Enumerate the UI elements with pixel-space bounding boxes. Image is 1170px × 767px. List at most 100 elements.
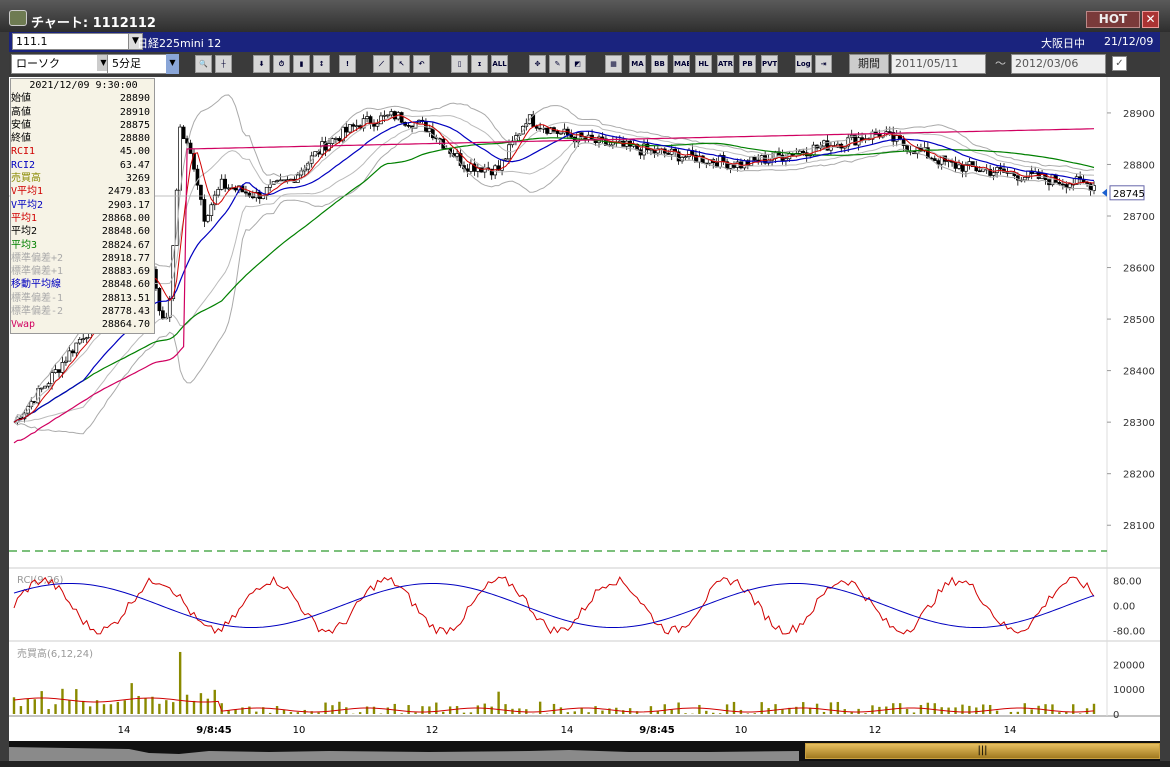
info-value: 2903.17 xyxy=(107,199,150,211)
volume-bar xyxy=(435,702,438,714)
search-time-icon[interactable]: ⏱ xyxy=(273,55,290,73)
info-label: V平均1 xyxy=(11,186,44,198)
undo-icon[interactable]: ↶ xyxy=(413,55,430,73)
chart-window: チャート: 1112112 HOT ✕ 111.1 ▼ 日経225mini 12… xyxy=(0,0,1170,767)
candle-body xyxy=(337,138,342,142)
color-icon[interactable]: ◩ xyxy=(569,55,586,73)
atr-icon[interactable]: ATR xyxy=(717,55,734,73)
volume-bar xyxy=(469,712,473,714)
candle-body xyxy=(199,184,203,200)
info-value: 28778.43 xyxy=(101,306,150,318)
info-label: RCI2 xyxy=(11,159,36,171)
y-tick-label: 28500 xyxy=(1123,315,1155,326)
info-row: V平均1 2479.83 xyxy=(11,185,154,198)
volume-bar xyxy=(19,706,23,714)
info-value: 28890 xyxy=(119,93,150,105)
volume-bar xyxy=(172,702,175,714)
arrow-down-icon[interactable]: ⬇ xyxy=(253,55,270,73)
horizontal-scrollbar[interactable]: ||| xyxy=(9,741,1160,761)
volume-bar xyxy=(102,704,106,714)
period-button[interactable]: 期間 xyxy=(849,54,889,74)
info-label: 高値 xyxy=(11,106,31,118)
candle-body xyxy=(645,143,650,151)
volume-bar xyxy=(1016,711,1020,714)
mae-icon[interactable]: MAE xyxy=(673,55,690,73)
pen-icon[interactable]: ✎ xyxy=(549,55,566,73)
info-icon[interactable]: ! xyxy=(339,55,356,73)
candle-body xyxy=(683,156,688,158)
bb-icon[interactable]: BB xyxy=(651,55,668,73)
hot-button[interactable]: HOT xyxy=(1086,11,1140,28)
info-row: 売買高 3269 xyxy=(11,172,154,185)
cursor-icon[interactable]: ↖ xyxy=(393,55,410,73)
info-row: 標準偏差+2 28918.77 xyxy=(11,252,154,265)
info-row: 標準偏差+1 28883.69 xyxy=(11,265,154,278)
candle-body xyxy=(1057,182,1062,185)
pvt-icon[interactable]: PVT xyxy=(761,55,778,73)
candle-body xyxy=(406,124,411,127)
info-label: 安値 xyxy=(11,119,31,131)
date-from-input[interactable]: 2011/05/11 xyxy=(891,54,986,74)
chart-svg: 28100 28200 28300 28400 28500 28600 28700 28800… xyxy=(9,77,1160,736)
settings-icon[interactable]: ✥ xyxy=(529,55,546,73)
volume-bar xyxy=(954,707,957,714)
buy-sell-icon[interactable]: ↕ xyxy=(313,55,330,73)
y-tick-label: 28400 xyxy=(1123,367,1155,378)
volume-bar xyxy=(552,703,556,714)
volume-bar xyxy=(857,708,860,714)
scroll-thumb[interactable]: ||| xyxy=(805,743,1160,759)
draw-line-icon[interactable]: ⟋ xyxy=(373,55,390,73)
ohlc-icon[interactable]: ɪ xyxy=(471,55,488,73)
chevron-down-icon[interactable]: ▼ xyxy=(166,54,179,74)
volume-bar xyxy=(1092,703,1096,714)
candle-body xyxy=(351,124,356,127)
candle-body xyxy=(427,128,432,133)
title-bar[interactable]: チャート: 1112112 HOT ✕ xyxy=(0,0,1170,32)
zoom-icon[interactable]: 🔍 xyxy=(195,55,212,73)
candle-body xyxy=(57,369,61,373)
info-row: 安値 28875 xyxy=(11,119,154,132)
candle-body xyxy=(977,170,982,173)
volume-bar xyxy=(455,706,459,714)
volume-bar xyxy=(1037,705,1040,714)
volume-bar xyxy=(331,705,334,714)
candle-body xyxy=(784,158,788,161)
hl-icon[interactable]: HL xyxy=(695,55,712,73)
candle-body xyxy=(545,127,549,134)
candle-body xyxy=(960,164,965,172)
chart-area[interactable]: 28100 28200 28300 28400 28500 28600 28700 28800… xyxy=(9,77,1160,741)
chart-type-value: ローソク xyxy=(16,57,60,70)
export-icon[interactable]: ⇥ xyxy=(815,55,832,73)
candle-body xyxy=(278,179,283,182)
apply-checkbox[interactable]: ✓ xyxy=(1112,56,1127,71)
pb-icon[interactable]: PB xyxy=(739,55,756,73)
candle-body xyxy=(334,138,338,140)
info-value: 28813.51 xyxy=(101,292,150,304)
candle-body xyxy=(347,124,352,133)
log-icon[interactable]: Log xyxy=(795,55,812,73)
symbol-code-input[interactable]: 111.1 xyxy=(12,33,129,50)
info-value: 28824.67 xyxy=(101,239,150,251)
close-icon[interactable]: ✕ xyxy=(1142,11,1159,28)
candle-icon[interactable]: ▯ xyxy=(451,55,468,73)
volume-bar xyxy=(1072,704,1075,714)
volume-bar xyxy=(165,700,168,714)
info-datetime: 2021/12/09 9:30:00 xyxy=(29,80,138,91)
info-row: 終値 28880 xyxy=(11,132,154,145)
info-label: 売買高 xyxy=(11,173,41,185)
bar-chart-icon[interactable]: ▮ xyxy=(293,55,310,73)
volume-bar xyxy=(663,704,666,714)
rci-y-tick: -80.00 xyxy=(1113,627,1145,638)
status-bar xyxy=(0,761,1170,767)
candle-body xyxy=(67,350,72,362)
volume-bar xyxy=(573,711,576,714)
crosshair-icon[interactable]: ┼ xyxy=(215,55,232,73)
ma-icon[interactable]: MA xyxy=(629,55,646,73)
grid-icon[interactable]: ▦ xyxy=(605,55,622,73)
date-to-input[interactable]: 2012/03/06 xyxy=(1011,54,1106,74)
volume-bar xyxy=(400,713,403,714)
volume-bar xyxy=(61,688,64,714)
all-icon[interactable]: ALL xyxy=(491,55,508,73)
candle-body xyxy=(74,342,79,354)
candle-body xyxy=(385,114,390,117)
